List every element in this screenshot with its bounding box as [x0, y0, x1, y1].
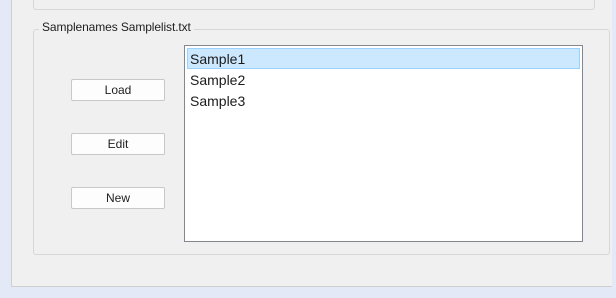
upper-groupbox — [33, 0, 595, 10]
new-button[interactable]: New — [71, 187, 165, 209]
list-item[interactable]: Sample2 — [187, 69, 580, 90]
sample-listbox[interactable]: Sample1 Sample2 Sample3 — [184, 45, 583, 242]
list-item[interactable]: Sample3 — [187, 90, 580, 111]
content-pane: Samplenames Samplelist.txt Load Edit New… — [11, 0, 612, 287]
window: Samplenames Samplelist.txt Load Edit New… — [0, 0, 616, 298]
load-button[interactable]: Load — [71, 79, 165, 101]
groupbox-title: Samplenames Samplelist.txt — [39, 20, 194, 34]
edit-button[interactable]: Edit — [71, 133, 165, 155]
list-item[interactable]: Sample1 — [187, 48, 580, 69]
